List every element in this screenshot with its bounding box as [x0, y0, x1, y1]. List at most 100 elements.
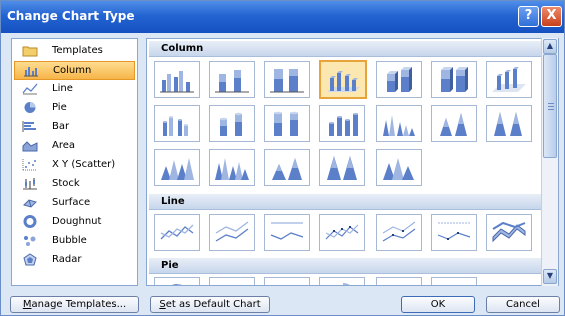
chart-subtype-gallery: Column Line Pie	[146, 38, 559, 286]
cylinder-3d-thumb[interactable]	[319, 105, 365, 142]
chart-type-label: Templates	[52, 45, 103, 56]
3d-line-icon	[492, 221, 526, 243]
radar-chart-icon	[23, 253, 37, 266]
chart-type-radar[interactable]: Radar	[14, 251, 135, 270]
bar-of-pie-thumb[interactable]	[431, 277, 477, 286]
bar-of-pie-icon	[436, 282, 472, 286]
area-chart-icon	[22, 141, 38, 152]
gallery-scrollbar[interactable]: ▲ ▼	[541, 38, 558, 286]
pie-of-pie-thumb[interactable]	[264, 277, 310, 285]
column-stacked-thumb[interactable]	[209, 61, 255, 98]
pie-icon	[172, 284, 182, 285]
dialog-title: Change Chart Type	[7, 9, 135, 23]
section-header-column: Column	[149, 41, 545, 57]
set-as-default-chart-button[interactable]: Set as Default Chart	[150, 296, 270, 313]
column-chart-icon	[24, 67, 38, 77]
cone-3d-thumb[interactable]	[154, 149, 200, 186]
column-3d-thumb[interactable]	[486, 61, 532, 98]
percent-line-markers-thumb[interactable]	[431, 214, 477, 251]
percent-stacked-cylinder-icon	[274, 111, 298, 136]
section-label: Pie	[161, 260, 179, 271]
line-thumb[interactable]	[154, 214, 200, 251]
chart-type-label: Area	[52, 140, 76, 151]
percent-stacked-column-icon	[270, 69, 304, 93]
column-3d-stacked-thumb[interactable]	[376, 61, 422, 98]
help-button[interactable]: ?	[518, 6, 539, 27]
close-button[interactable]: X	[541, 6, 562, 27]
pyramid-stacked-thumb[interactable]	[264, 149, 310, 186]
chart-type-label: Bar	[52, 121, 70, 132]
section-label: Line	[161, 196, 185, 207]
stacked-line-icon	[215, 221, 249, 242]
stacked-pyramid-icon	[272, 158, 302, 180]
stacked-line-markers-thumb[interactable]	[376, 214, 422, 251]
chart-type-label: Bubble	[52, 235, 87, 246]
pyramid-100-stacked-thumb[interactable]	[319, 149, 365, 186]
stacked-line-markers-icon	[382, 221, 416, 242]
3d-cone-icon	[161, 158, 194, 180]
pyramid-3d-thumb[interactable]	[376, 149, 422, 186]
line-with-markers-icon	[325, 224, 359, 240]
chart-type-column[interactable]: Column	[14, 61, 135, 80]
cone-stacked-thumb[interactable]	[431, 105, 477, 142]
chart-type-templates[interactable]: Templates	[14, 42, 135, 61]
grip-line	[548, 103, 554, 104]
cylinder-100-stacked-thumb[interactable]	[264, 105, 310, 142]
scatter-chart-icon	[22, 159, 37, 171]
section-header-line: Line	[149, 194, 545, 210]
3d-stacked-column-icon	[387, 67, 412, 92]
cancel-button[interactable]: Cancel	[486, 296, 560, 313]
button-label: et as Default Chart	[165, 299, 261, 310]
section-header-pie: Pie	[149, 258, 545, 274]
chart-type-label: X Y (Scatter)	[52, 159, 116, 170]
percent-stacked-cone-icon	[494, 112, 522, 136]
cone-100-stacked-thumb[interactable]	[486, 105, 532, 142]
chart-type-line[interactable]: Line	[14, 80, 135, 99]
pie-thumb[interactable]	[154, 277, 200, 285]
column-3d-clustered-thumb[interactable]	[319, 60, 367, 99]
scroll-up-icon[interactable]: ▲	[543, 39, 557, 54]
chart-type-bar[interactable]: Bar	[14, 118, 135, 137]
3d-line-thumb[interactable]	[486, 214, 532, 251]
3d-cylinder-icon	[329, 113, 358, 136]
percent-line-markers-icon	[437, 222, 471, 240]
bubble-chart-icon	[24, 236, 36, 246]
3d-pie-icon	[214, 282, 250, 286]
column-3d-100-stacked-thumb[interactable]	[431, 61, 477, 98]
stock-chart-icon	[23, 178, 37, 190]
cylinder-clustered-thumb[interactable]	[154, 105, 200, 142]
exploded-pie-thumb[interactable]	[319, 277, 365, 285]
pyramid-clustered-thumb[interactable]	[209, 149, 255, 186]
chart-type-pie[interactable]: Pie	[14, 99, 135, 118]
chart-type-stock[interactable]: Stock	[14, 175, 135, 194]
chart-type-surface[interactable]: Surface	[14, 194, 135, 213]
ok-button[interactable]: OK	[401, 296, 475, 313]
scrollbar-thumb[interactable]	[543, 54, 557, 158]
chart-type-label: Doughnut	[52, 216, 102, 227]
stacked-line-thumb[interactable]	[209, 214, 255, 251]
column-100-stacked-thumb[interactable]	[264, 61, 310, 98]
exploded-3d-pie-thumb[interactable]	[376, 277, 422, 286]
chart-type-label: Pie	[52, 102, 67, 113]
3d-percent-stacked-column-icon	[441, 67, 468, 92]
chart-type-doughnut[interactable]: Doughnut	[14, 213, 135, 232]
percent-stacked-line-thumb[interactable]	[264, 214, 310, 251]
chart-type-scatter[interactable]: X Y (Scatter)	[14, 156, 135, 175]
grip-line	[548, 109, 554, 110]
scroll-down-icon[interactable]: ▼	[543, 269, 557, 284]
chart-type-area[interactable]: Area	[14, 137, 135, 156]
manage-templates-button[interactable]: Manage Templates...	[10, 296, 139, 313]
grip-line	[548, 106, 554, 107]
column-clustered-thumb[interactable]	[154, 61, 200, 98]
stacked-cylinder-icon	[220, 112, 242, 136]
chart-type-label: Column	[53, 65, 92, 76]
line-with-markers-thumb[interactable]	[319, 214, 365, 251]
cone-clustered-thumb[interactable]	[376, 105, 422, 142]
3d-pyramid-icon	[383, 158, 414, 180]
chart-type-bubble[interactable]: Bubble	[14, 232, 135, 251]
percent-stacked-line-icon	[270, 222, 304, 240]
cylinder-stacked-thumb[interactable]	[209, 105, 255, 142]
3d-pie-thumb[interactable]	[209, 277, 255, 286]
exploded-3d-pie-icon	[381, 282, 417, 286]
line-chart-icon	[22, 83, 38, 95]
